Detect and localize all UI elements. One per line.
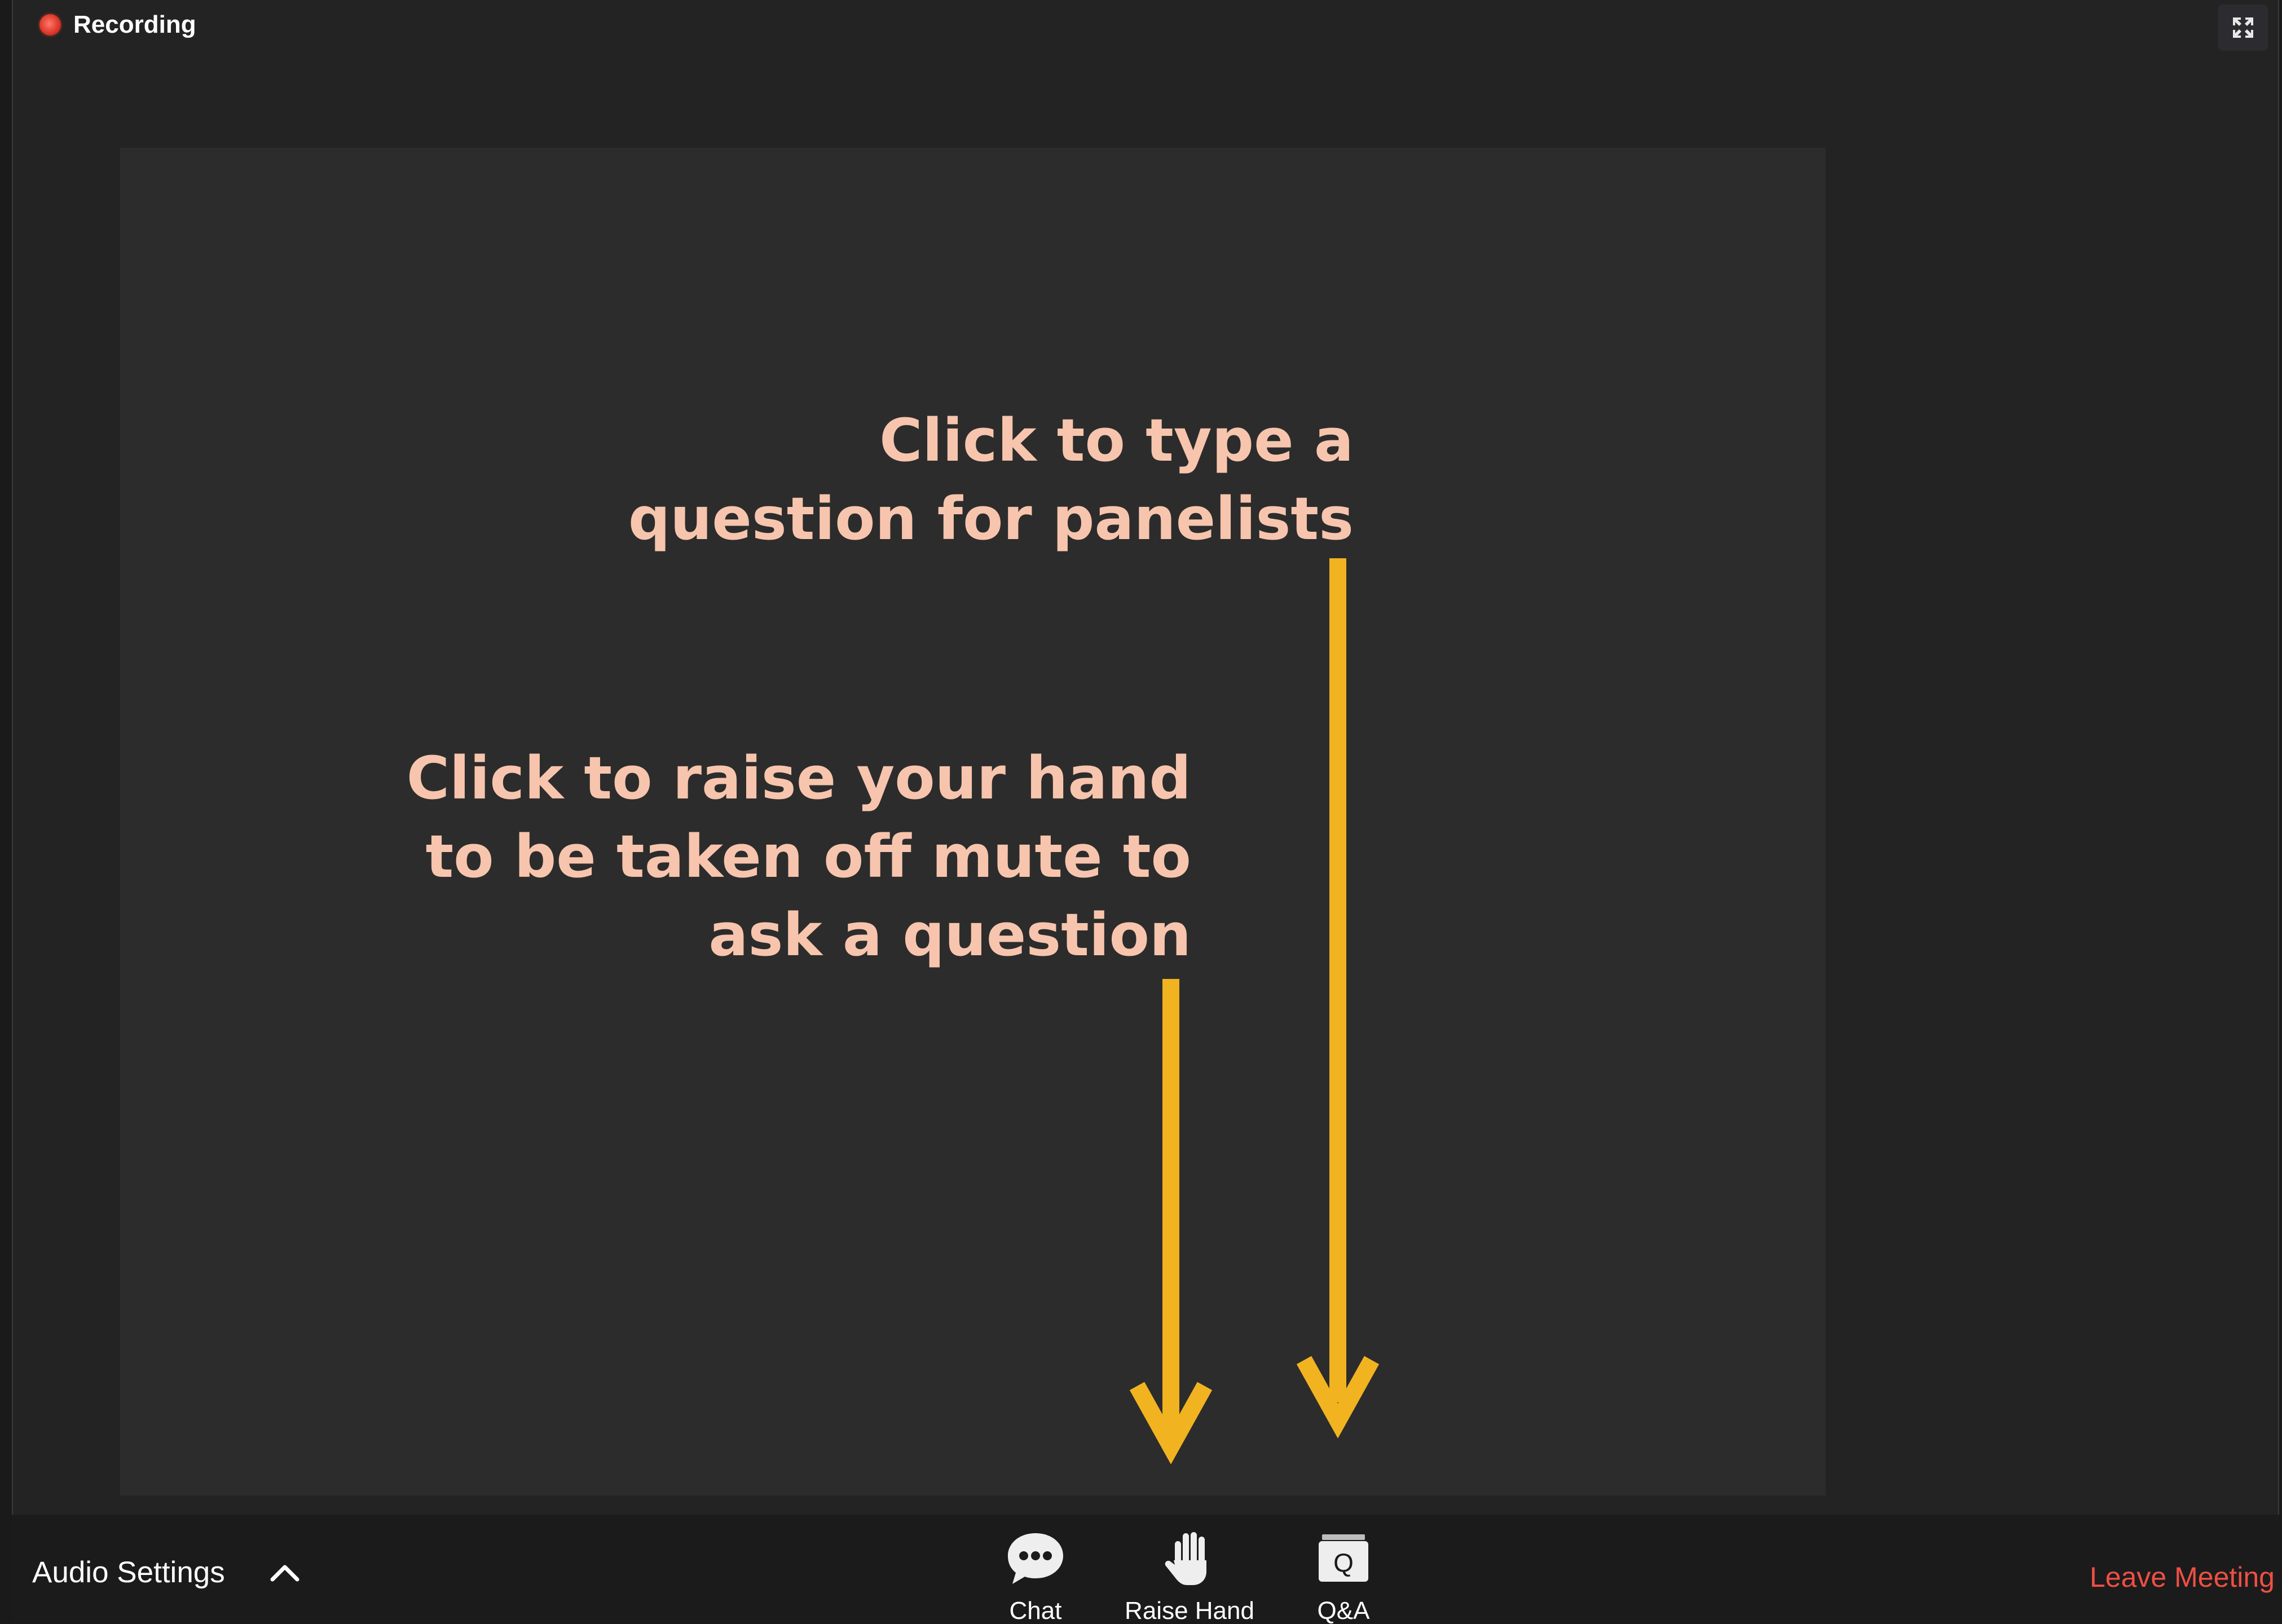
qa-button[interactable]: Q Q&A [1270, 1527, 1417, 1624]
audio-settings-label: Audio Settings [32, 1556, 225, 1589]
svg-text:Q: Q [1333, 1548, 1354, 1577]
raise-hand-label: Raise Hand [1125, 1597, 1254, 1624]
chevron-up-icon[interactable] [268, 1561, 302, 1584]
meeting-toolbar: Audio Settings Chat Raise Hand Q Q&A Lea… [12, 1515, 2279, 1624]
raise-hand-button[interactable]: Raise Hand [1116, 1527, 1263, 1624]
qa-label: Q&A [1317, 1597, 1370, 1624]
raise-hand-hint-line: to be taken off mute to [425, 822, 1191, 891]
raise-hand-hint-line: ask a question [708, 901, 1191, 969]
leave-meeting-button[interactable]: Leave Meeting [2090, 1561, 2275, 1594]
recording-label: Recording [73, 11, 196, 38]
audio-settings-button[interactable]: Audio Settings [32, 1555, 302, 1590]
raise-hand-hint-annotation: Click to raise your hand to be taken off… [395, 739, 1191, 974]
raise-hand-icon [1165, 1532, 1206, 1585]
recording-dot-icon [39, 14, 61, 36]
qa-hint-line: Click to type a [879, 406, 1354, 475]
recording-indicator: Recording [39, 11, 196, 39]
fullscreen-button[interactable] [2218, 5, 2268, 51]
qa-hint-annotation: Click to type a question for panelists [592, 401, 1354, 558]
chat-button[interactable]: Chat [962, 1527, 1109, 1624]
raise-hand-hint-line: Click to raise your hand [406, 744, 1191, 813]
chat-bubble-icon [1008, 1533, 1063, 1584]
qa-hint-line: question for panelists [628, 484, 1354, 553]
exit-fullscreen-icon [2233, 17, 2253, 38]
qa-icon: Q [1319, 1534, 1368, 1582]
chat-label: Chat [1009, 1597, 1062, 1624]
